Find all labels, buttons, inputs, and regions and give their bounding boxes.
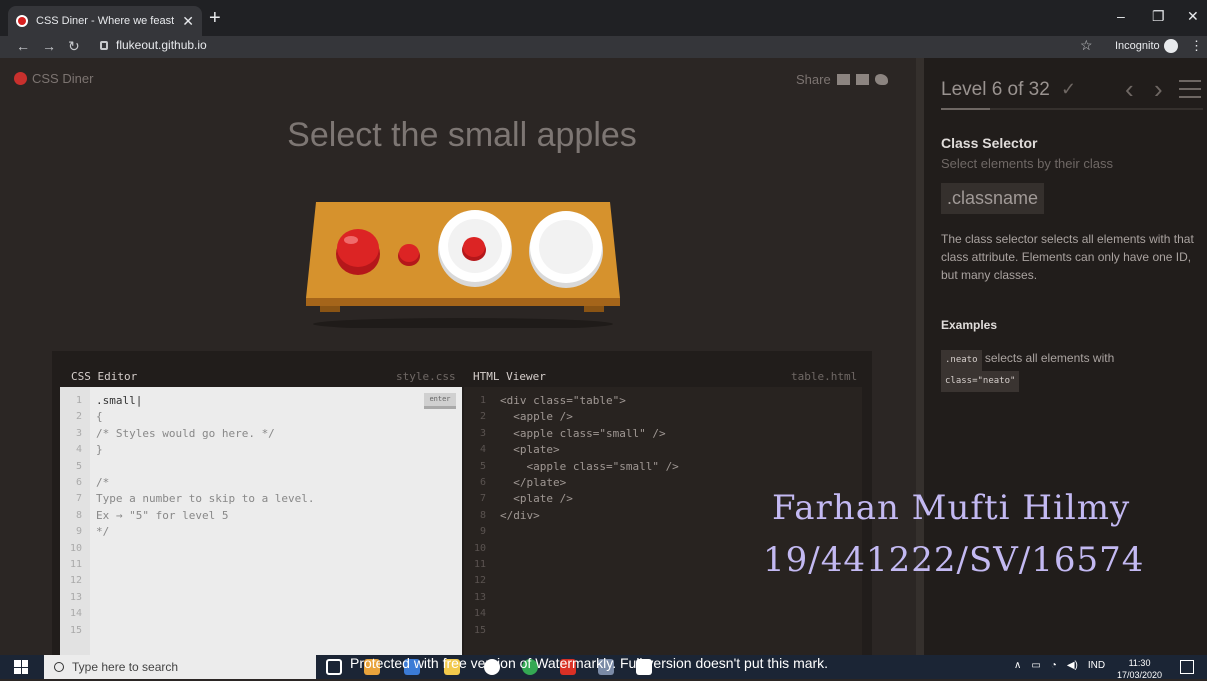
twitter-icon[interactable] xyxy=(874,74,888,85)
tab-title: CSS Diner - Where we feast on C xyxy=(36,15,175,27)
reload-icon[interactable]: ↻ xyxy=(68,38,80,55)
checkmark-icon: ✓ xyxy=(1061,79,1077,99)
logo[interactable]: CSS Diner xyxy=(14,71,93,86)
dining-table xyxy=(306,202,620,328)
taskbar-clock[interactable]: 11:30 17/03/2020 xyxy=(1117,657,1162,681)
forward-arrow-icon[interactable]: → xyxy=(42,38,56,54)
html-line-numbers: 1 2 3 4 5 6 7 8 9 10 11 12 13 14 15 xyxy=(473,395,486,636)
share-bar: Share xyxy=(796,72,888,87)
clock-date: 17/03/2020 xyxy=(1117,670,1163,680)
back-arrow-icon[interactable]: ← xyxy=(16,38,30,54)
previous-level-icon[interactable]: ‹ xyxy=(1125,74,1134,105)
battery-icon[interactable]: ▭ xyxy=(1031,660,1040,671)
email-icon[interactable] xyxy=(836,74,850,85)
system-tray: ∧ ▭ ◔ ◀) IND xyxy=(1014,660,1105,671)
incognito-icon xyxy=(1163,39,1178,53)
wifi-icon[interactable]: ◔ xyxy=(1051,660,1057,671)
restore-button[interactable]: ❐ xyxy=(1152,8,1165,25)
minimize-button[interactable]: – xyxy=(1117,8,1125,24)
level-progress-fill xyxy=(941,108,991,110)
browser-tab[interactable]: CSS Diner - Where we feast on C ✕ xyxy=(8,6,202,36)
next-level-icon[interactable]: › xyxy=(1154,74,1163,105)
plate[interactable] xyxy=(529,211,603,288)
level-title: Level 6 of 32 xyxy=(941,79,1050,100)
css-editor[interactable]: 1 2 3 4 5 6 7 8 9 10 11 12 13 14 15 .sma… xyxy=(60,387,462,655)
example-tag: .neato xyxy=(941,350,982,371)
html-code: <div class="table"> <apple /> <apple cla… xyxy=(500,394,679,522)
table-edge xyxy=(306,298,620,306)
html-file-name: table.html xyxy=(791,370,858,383)
css-editor-title: CSS Editor xyxy=(71,370,138,383)
browser-toolbar: ← → ↻ flukeout.github.io ☆ Incognito ⋮ xyxy=(0,36,1207,58)
close-window-button[interactable]: ✕ xyxy=(1187,8,1199,25)
level-instructions: Select the small apples xyxy=(287,116,637,154)
selector-hint: The class selector selects all elements … xyxy=(941,232,1194,282)
css-line-gutter: 1 2 3 4 5 6 7 8 9 10 11 12 13 14 15 xyxy=(60,387,90,655)
new-tab-button[interactable]: + xyxy=(209,8,221,28)
chevron-up-icon[interactable]: ∧ xyxy=(1014,660,1021,671)
volume-icon[interactable]: ◀) xyxy=(1067,660,1078,671)
search-icon xyxy=(54,662,64,672)
language-indicator[interactable]: IND xyxy=(1088,660,1105,671)
task-view-icon[interactable] xyxy=(326,659,342,675)
overlay-name: Farhan Mufti Hilmy xyxy=(772,488,1131,528)
css-code[interactable]: .small| { /* Styles would go here. */ } … xyxy=(96,393,315,541)
example-tag-class: class="neato" xyxy=(941,371,1020,392)
tab-close-button[interactable]: ✕ xyxy=(182,13,194,30)
logo-text: CSS Diner xyxy=(32,71,94,86)
apple[interactable] xyxy=(336,229,380,275)
windows-start-icon[interactable] xyxy=(14,660,28,674)
css-file-name: style.css xyxy=(396,370,456,383)
share-label: Share xyxy=(796,72,831,87)
clock-time: 11:30 xyxy=(1128,658,1151,668)
enter-button[interactable]: enter xyxy=(424,393,456,409)
bookmark-star-icon[interactable]: ☆ xyxy=(1080,37,1093,54)
css-selector-input[interactable]: .small xyxy=(96,394,136,407)
table-leg xyxy=(320,306,340,312)
incognito-indicator[interactable]: Incognito xyxy=(1115,39,1178,53)
watermark-text: Protected with free version of Watermark… xyxy=(350,655,829,671)
browser-menu-icon[interactable]: ⋮ xyxy=(1190,38,1203,54)
facebook-icon[interactable] xyxy=(855,74,869,85)
notification-icon[interactable] xyxy=(1180,660,1194,674)
overlay-student-id: 19/441222/SV/16574 xyxy=(763,540,1145,580)
example: .neato selects all elements with class="… xyxy=(941,350,1203,392)
favicon-icon xyxy=(16,15,28,27)
url-text: flukeout.github.io xyxy=(116,38,207,52)
editor-panel: CSS Editor style.css HTML Viewer table.h… xyxy=(52,351,872,655)
html-viewer-title: HTML Viewer xyxy=(473,370,546,383)
selector-syntax: .classname xyxy=(941,183,1045,214)
css-line-numbers: 1 2 3 4 5 6 7 8 9 10 11 12 13 14 15 xyxy=(69,395,82,636)
example-text: selects all elements with xyxy=(984,351,1115,365)
lock-icon xyxy=(100,40,108,50)
incognito-label: Incognito xyxy=(1115,40,1160,52)
logo-icon xyxy=(14,72,27,85)
table-leg xyxy=(584,306,604,312)
small-apple[interactable] xyxy=(462,237,486,261)
examples-title: Examples xyxy=(941,318,998,332)
selector-title: Select elements by their class xyxy=(941,156,1113,171)
small-apple[interactable] xyxy=(398,244,420,266)
search-placeholder: Type here to search xyxy=(72,660,179,674)
level-menu-icon[interactable] xyxy=(1179,80,1201,104)
taskbar-search[interactable]: Type here to search xyxy=(44,655,316,679)
level-progress xyxy=(941,108,1203,110)
html-line-gutter: 1 2 3 4 5 6 7 8 9 10 11 12 13 14 15 xyxy=(464,387,494,655)
selector-name: Class Selector xyxy=(941,135,1038,151)
address-bar[interactable]: flukeout.github.io xyxy=(100,38,207,52)
browser-tab-strip: CSS Diner - Where we feast on C ✕ + – ❐ … xyxy=(0,0,1207,36)
